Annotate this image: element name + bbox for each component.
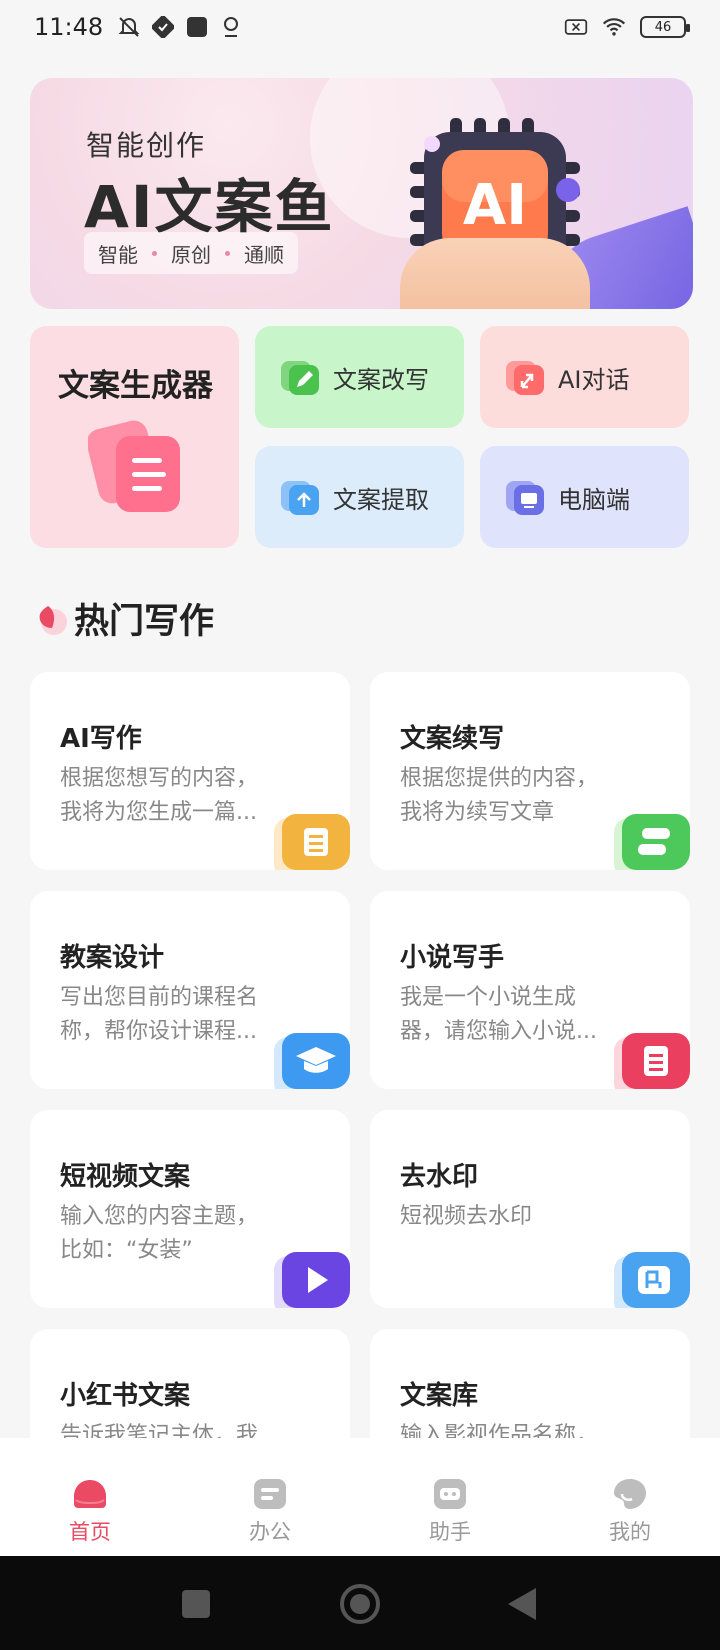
card-desc: 我是一个小说生成器，请您输入小说... — [400, 985, 597, 1044]
card-copy-library[interactable]: 文案库 输入影视作品名称， — [370, 1329, 690, 1438]
tab-home[interactable]: 首页 — [0, 1438, 180, 1556]
card-short-video-copy[interactable]: 短视频文案 输入您的内容主题，比如：“女装” — [30, 1110, 350, 1308]
tab-mine[interactable]: 我的 — [540, 1438, 720, 1556]
card-desc: 短视频去水印 — [400, 1204, 533, 1229]
card-desc: 告诉我笔记主体，我 — [60, 1423, 259, 1438]
notes-icon — [274, 814, 350, 870]
tab-label: 办公 — [249, 1520, 291, 1544]
card-remove-watermark[interactable]: 去水印 短视频去水印 — [370, 1110, 690, 1308]
card-desc: 根据您想写的内容，我将为您生成一篇... — [60, 766, 259, 825]
home-icon — [74, 1480, 106, 1508]
card-xiaohongshu-copy[interactable]: 小红书文案 告诉我笔记主体，我 — [30, 1329, 350, 1438]
card-novel-writer[interactable]: 小说写手 我是一个小说生成器，请您输入小说... — [370, 891, 690, 1089]
card-ai-writing[interactable]: AI写作 根据您想写的内容，我将为您生成一篇... — [30, 672, 350, 870]
tab-assistant[interactable]: 助手 — [360, 1438, 540, 1556]
play-icon — [274, 1252, 350, 1308]
card-continue-writing[interactable]: 文案续写 根据您提供的内容，我将为续写文章 — [370, 672, 690, 870]
card-title: AI写作 — [60, 724, 142, 754]
tab-label: 助手 — [429, 1520, 471, 1544]
profile-icon — [614, 1479, 646, 1509]
tab-label: 首页 — [69, 1520, 111, 1544]
card-title: 小说写手 — [400, 943, 505, 973]
card-title: 文案续写 — [400, 724, 505, 754]
card-desc: 输入您的内容主题，比如：“女装” — [60, 1204, 259, 1263]
home-button[interactable] — [340, 1584, 380, 1624]
graduation-cap-icon — [274, 1033, 350, 1089]
card-title: 文案库 — [400, 1381, 479, 1411]
card-desc: 输入影视作品名称， — [400, 1423, 599, 1438]
card-desc: 根据您提供的内容，我将为续写文章 — [400, 766, 599, 825]
assistant-icon — [434, 1479, 466, 1509]
card-title: 教案设计 — [60, 943, 165, 973]
continue-icon — [614, 814, 690, 870]
back-button[interactable] — [508, 1588, 536, 1620]
stamp-icon — [614, 1252, 690, 1308]
bottom-tab-bar: 首页 办公 助手 我的 — [0, 1438, 720, 1556]
office-icon — [254, 1479, 286, 1509]
card-title: 小红书文案 — [60, 1381, 191, 1411]
card-desc: 写出您目前的课程名称，帮你设计课程... — [60, 985, 259, 1044]
tab-label: 我的 — [609, 1520, 651, 1544]
card-lesson-design[interactable]: 教案设计 写出您目前的课程名称，帮你设计课程... — [30, 891, 350, 1089]
card-title: 短视频文案 — [60, 1162, 191, 1192]
recents-button[interactable] — [182, 1590, 210, 1618]
system-nav-bar — [0, 1556, 720, 1650]
card-title: 去水印 — [400, 1162, 479, 1192]
tab-office[interactable]: 办公 — [180, 1438, 360, 1556]
book-icon — [614, 1033, 690, 1089]
